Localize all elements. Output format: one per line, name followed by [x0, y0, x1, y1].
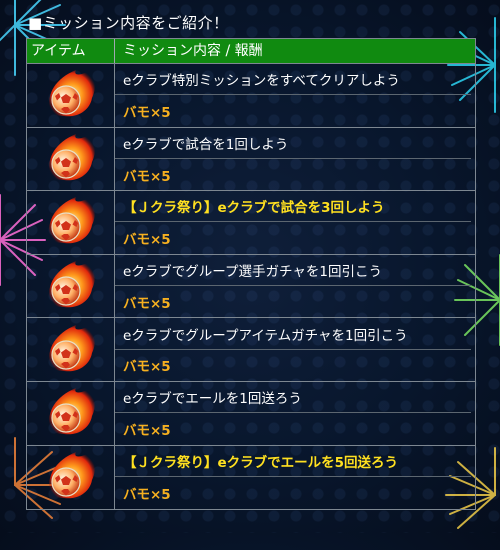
- flaming-soccer-ball-icon: [42, 446, 100, 508]
- mission-row: eクラブでグループ選手ガチャを1回引こう バモ×5: [27, 254, 475, 319]
- flaming-soccer-ball-icon: [42, 382, 100, 444]
- mission-reward: バモ×5: [123, 422, 171, 439]
- column-header-item: アイテム: [27, 39, 115, 63]
- item-cell: [27, 64, 115, 127]
- item-cell: [27, 254, 115, 318]
- mission-text: eクラブで試合を1回しよう: [115, 128, 471, 159]
- mission-reward: バモ×5: [123, 487, 171, 504]
- flaming-soccer-ball-icon: [42, 255, 100, 317]
- mission-text: eクラブでグループ選手ガチャを1回引こう: [115, 255, 471, 287]
- mission-reward: バモ×5: [123, 232, 171, 249]
- mission-text: eクラブ特別ミッションをすべてクリアしよう: [115, 64, 471, 96]
- page-title: ■ミッション内容をご紹介！: [28, 14, 229, 32]
- flaming-soccer-ball-icon: [42, 128, 100, 190]
- item-cell: [27, 191, 115, 254]
- mission-text: 【Ｊクラ祭り】eクラブでエールを5回送ろう: [115, 446, 471, 478]
- mission-rows: eクラブ特別ミッションをすべてクリアしよう バモ×5 eクラブで試合を1回しよう…: [27, 64, 475, 510]
- item-cell: [27, 318, 115, 381]
- mission-text: 【Ｊクラ祭り】eクラブで試合を3回しよう: [115, 191, 471, 223]
- item-cell: [27, 127, 115, 191]
- flaming-soccer-ball-icon: [42, 64, 100, 126]
- table-header: アイテム ミッション内容 / 報酬: [27, 39, 475, 64]
- mission-cell: eクラブ特別ミッションをすべてクリアしよう バモ×5: [115, 64, 475, 127]
- mission-row: eクラブ特別ミッションをすべてクリアしよう バモ×5: [27, 64, 475, 128]
- mission-reward: バモ×5: [123, 168, 171, 185]
- mission-cell: eクラブで試合を1回しよう バモ×5: [115, 128, 475, 191]
- mission-reward: バモ×5: [123, 295, 171, 312]
- flaming-soccer-ball-icon: [42, 319, 100, 381]
- mission-row: eクラブでエールを1回送ろう バモ×5: [27, 381, 475, 446]
- mission-cell: eクラブでエールを1回送ろう バモ×5: [115, 382, 475, 445]
- mission-row: eクラブでグループアイテムガチャを1回引こう バモ×5: [27, 318, 475, 382]
- item-cell: [27, 381, 115, 445]
- column-header-mission: ミッション内容 / 報酬: [123, 43, 263, 59]
- mission-cell: 【Ｊクラ祭り】eクラブで試合を3回しよう バモ×5: [115, 191, 475, 254]
- mission-text: eクラブでエールを1回送ろう: [115, 382, 471, 414]
- item-cell: [27, 445, 115, 510]
- mission-cell: eクラブでグループ選手ガチャを1回引こう バモ×5: [115, 255, 475, 318]
- mission-row: eクラブで試合を1回しよう バモ×5: [27, 127, 475, 192]
- mission-reward: バモ×5: [123, 104, 171, 121]
- mission-row: 【Ｊクラ祭り】eクラブでエールを5回送ろう バモ×5: [27, 445, 475, 510]
- mission-cell: 【Ｊクラ祭り】eクラブでエールを5回送ろう バモ×5: [115, 446, 475, 510]
- mission-text: eクラブでグループアイテムガチャを1回引こう: [115, 318, 471, 350]
- flaming-soccer-ball-icon: [42, 191, 100, 253]
- mission-row: 【Ｊクラ祭り】eクラブで試合を3回しよう バモ×5: [27, 191, 475, 255]
- mission-cell: eクラブでグループアイテムガチャを1回引こう バモ×5: [115, 318, 475, 381]
- mission-reward: バモ×5: [123, 359, 171, 376]
- mission-table: アイテム ミッション内容 / 報酬 eクラブ特別ミッションをすべてクリアしよう …: [26, 38, 476, 511]
